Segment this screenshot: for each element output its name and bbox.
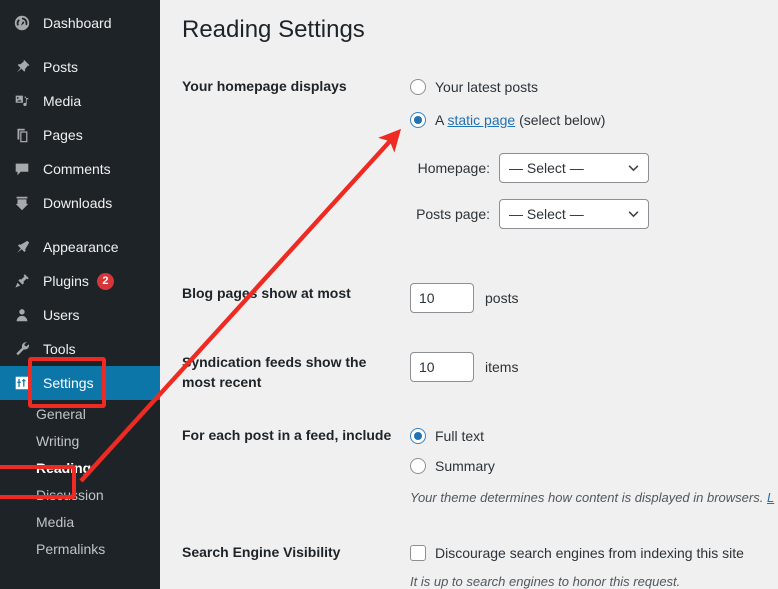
users-icon — [12, 305, 32, 325]
feed-include-hint-link[interactable]: L — [767, 490, 774, 505]
sidebar-item-pages[interactable]: Pages — [0, 118, 160, 152]
sidebar-item-appearance[interactable]: Appearance — [0, 230, 160, 264]
appearance-icon — [12, 237, 32, 257]
page-title: Reading Settings — [182, 16, 365, 43]
radio-static-page[interactable]: A static page (select below) — [410, 109, 649, 131]
posts-page-select[interactable]: — Select — — [499, 199, 649, 229]
radio-latest-posts[interactable]: Your latest posts — [410, 76, 649, 98]
feed-include-hint: Your theme determines how content is dis… — [410, 488, 774, 508]
dashboard-icon — [12, 13, 32, 33]
checkbox-icon — [410, 545, 426, 561]
radio-circle-icon — [410, 112, 426, 128]
radio-label-prefix: A — [435, 112, 448, 128]
sidebar-item-plugins[interactable]: Plugins 2 — [0, 264, 160, 298]
sidebar-item-users[interactable]: Users — [0, 298, 160, 332]
sidebar-separator — [0, 40, 160, 50]
static-page-link[interactable]: static page — [447, 112, 515, 128]
radio-label: Summary — [435, 458, 495, 474]
sidebar-item-label: Appearance — [43, 239, 119, 255]
radio-label: Full text — [435, 428, 485, 444]
sidebar-item-label: Dashboard — [43, 15, 112, 31]
settings-main-content: Reading Settings Your homepage displays … — [160, 0, 778, 589]
pages-icon — [12, 125, 32, 145]
radio-label: Your latest posts — [435, 79, 538, 95]
feed-include-hint-text: Your theme determines how content is dis… — [410, 490, 767, 505]
sidebar-item-media[interactable]: Media — [0, 84, 160, 118]
homepage-displays-field: Your latest posts A static page (select … — [410, 76, 649, 229]
syndication-field: 10 items — [410, 352, 518, 382]
posts-page-select-value: — Select — — [509, 206, 584, 222]
sidebar-item-label: Pages — [43, 127, 83, 143]
tools-icon — [12, 339, 32, 359]
homepage-displays-label: Your homepage displays — [182, 78, 347, 94]
sidebar-item-label: Users — [43, 307, 80, 323]
sidebar-item-downloads[interactable]: Downloads — [0, 186, 160, 220]
downloads-icon — [12, 193, 32, 213]
chevron-down-icon — [628, 165, 639, 172]
sidebar-subitem-media[interactable]: Media — [0, 508, 160, 535]
syndication-input[interactable]: 10 — [410, 352, 474, 382]
homepage-select[interactable]: — Select — — [499, 153, 649, 183]
homepage-select-value: — Select — — [509, 160, 584, 176]
feed-include-label: For each post in a feed, include — [182, 427, 392, 443]
sidebar-item-posts[interactable]: Posts — [0, 50, 160, 84]
wordpress-admin-screen: Dashboard Posts Media Pages Comments Dow… — [0, 0, 778, 589]
sidebar-item-label: Media — [43, 93, 82, 109]
sidebar-item-comments[interactable]: Comments — [0, 152, 160, 186]
settings-highlight-box — [28, 357, 106, 408]
plugins-update-badge: 2 — [96, 272, 114, 290]
sidebar-item-label: Posts — [43, 59, 79, 75]
radio-circle-icon — [410, 458, 426, 474]
posts-page-select-row: Posts page: — Select — — [410, 199, 649, 229]
sidebar-subitem-writing[interactable]: Writing — [0, 427, 160, 454]
submenu-label: Permalinks — [36, 540, 106, 557]
sidebar-item-dashboard[interactable]: Dashboard — [0, 6, 160, 40]
admin-sidebar: Dashboard Posts Media Pages Comments Dow… — [0, 0, 160, 589]
submenu-label: Writing — [36, 432, 80, 449]
radio-label: A static page (select below) — [435, 112, 605, 128]
blog-pages-label: Blog pages show at most — [182, 285, 351, 301]
checkbox-label: Discourage search engines from indexing … — [435, 545, 744, 561]
pin-icon — [12, 57, 32, 77]
chevron-down-icon — [628, 211, 639, 218]
radio-label-suffix: (select below) — [515, 112, 606, 128]
reading-highlight-box — [0, 465, 76, 499]
media-icon — [12, 91, 32, 111]
search-visibility-label: Search Engine Visibility — [182, 544, 341, 560]
feed-include-field: Full text Summary Your theme determines … — [410, 425, 774, 508]
blog-pages-field: 10 posts — [410, 283, 518, 313]
posts-page-select-label: Posts page: — [416, 206, 490, 222]
sidebar-separator — [0, 220, 160, 230]
sidebar-item-label: Downloads — [43, 195, 113, 211]
blog-pages-unit: posts — [485, 290, 519, 306]
sidebar-item-label: Comments — [43, 161, 111, 177]
radio-circle-icon — [410, 79, 426, 95]
radio-circle-icon — [410, 428, 426, 444]
checkbox-discourage-search-engines[interactable]: Discourage search engines from indexing … — [410, 542, 744, 564]
blog-pages-input[interactable]: 10 — [410, 283, 474, 313]
homepage-select-label: Homepage: — [417, 160, 490, 176]
sidebar-item-label: Tools — [43, 341, 76, 357]
syndication-label: Syndication feeds show the most recent — [182, 354, 367, 391]
search-visibility-hint: It is up to search engines to honor this… — [410, 574, 681, 589]
syndication-unit: items — [485, 359, 519, 375]
submenu-label: Media — [36, 513, 75, 530]
comments-icon — [12, 159, 32, 179]
sidebar-item-label: Plugins — [43, 273, 89, 289]
radio-full-text[interactable]: Full text — [410, 425, 774, 447]
search-visibility-field: Discourage search engines from indexing … — [410, 542, 744, 589]
homepage-select-row: Homepage: — Select — — [410, 153, 649, 183]
radio-summary[interactable]: Summary — [410, 455, 774, 477]
plugins-icon — [12, 271, 32, 291]
sidebar-subitem-permalinks[interactable]: Permalinks — [0, 535, 160, 562]
